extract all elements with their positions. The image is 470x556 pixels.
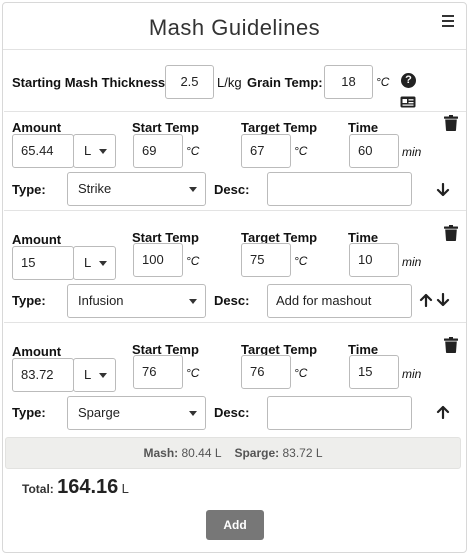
trash-icon[interactable] bbox=[444, 225, 458, 241]
panel-header: Mash Guidelines bbox=[3, 3, 466, 50]
chevron-down-icon bbox=[189, 411, 197, 416]
chevron-down-icon bbox=[99, 373, 107, 378]
desc-input[interactable] bbox=[267, 172, 412, 206]
add-step-button[interactable]: Add bbox=[206, 510, 264, 540]
start-temp-label: Start Temp bbox=[132, 120, 199, 135]
mash-label: Mash: bbox=[143, 446, 179, 460]
divider bbox=[4, 322, 466, 323]
divider bbox=[4, 210, 466, 211]
divider bbox=[4, 111, 466, 112]
total-unit: L bbox=[121, 481, 129, 496]
type-label: Type: bbox=[12, 293, 46, 308]
time-input[interactable]: 60 bbox=[349, 134, 399, 168]
time-unit: min bbox=[402, 255, 422, 269]
type-value: Strike bbox=[78, 181, 112, 196]
target-temp-label: Target Temp bbox=[241, 120, 318, 135]
amount-unit-value: L bbox=[84, 255, 92, 270]
time-unit: min bbox=[402, 367, 422, 381]
desc-input[interactable] bbox=[267, 396, 412, 430]
trash-icon[interactable] bbox=[444, 115, 458, 131]
start-temp-input[interactable]: 69 bbox=[133, 134, 183, 168]
mash-thickness-unit: L/kg bbox=[217, 75, 242, 90]
time-input[interactable]: 15 bbox=[349, 355, 399, 389]
start-temp-unit: °C bbox=[186, 254, 200, 268]
amount-input[interactable]: 83.72 bbox=[12, 358, 74, 392]
amount-label: Amount bbox=[12, 120, 62, 135]
arrow-up-icon[interactable] bbox=[436, 405, 450, 419]
desc-label: Desc: bbox=[214, 293, 250, 308]
time-input[interactable]: 10 bbox=[349, 243, 399, 277]
arrow-down-icon[interactable] bbox=[436, 293, 450, 307]
total-volume: Total: 164.16 L bbox=[22, 476, 129, 499]
type-value: Infusion bbox=[78, 293, 124, 308]
amount-unit-select[interactable]: L bbox=[73, 358, 116, 392]
target-temp-unit: °C bbox=[294, 254, 308, 268]
start-temp-input[interactable]: 100 bbox=[133, 243, 183, 277]
hamburger-icon[interactable] bbox=[442, 15, 454, 27]
target-temp-input[interactable]: 76 bbox=[241, 355, 291, 389]
id-card-icon[interactable] bbox=[400, 96, 416, 108]
amount-label: Amount bbox=[12, 232, 62, 247]
amount-unit-value: L bbox=[84, 367, 92, 382]
total-value: 164.16 bbox=[57, 476, 119, 498]
question-circle-icon[interactable]: ? bbox=[401, 73, 416, 88]
grain-temp-unit: °C bbox=[376, 75, 390, 89]
type-value: Sparge bbox=[78, 405, 120, 420]
grain-temp-input[interactable]: 18 bbox=[324, 65, 373, 99]
grain-temp-label: Grain Temp: bbox=[247, 75, 323, 90]
desc-input[interactable]: Add for mashout bbox=[267, 284, 412, 318]
amount-unit-value: L bbox=[84, 143, 92, 158]
amount-unit-select[interactable]: L bbox=[73, 134, 116, 168]
amount-input[interactable]: 65.44 bbox=[12, 134, 74, 168]
total-label: Total: bbox=[22, 482, 54, 496]
type-select[interactable]: Sparge bbox=[67, 396, 206, 430]
target-temp-unit: °C bbox=[294, 144, 308, 158]
arrow-up-icon[interactable] bbox=[419, 293, 433, 307]
start-temp-input[interactable]: 76 bbox=[133, 355, 183, 389]
time-label: Time bbox=[348, 120, 379, 135]
desc-label: Desc: bbox=[214, 405, 250, 420]
mash-thickness-label: Starting Mash Thickness: bbox=[12, 75, 170, 90]
type-select[interactable]: Strike bbox=[67, 172, 206, 206]
type-label: Type: bbox=[12, 182, 46, 197]
arrow-down-icon[interactable] bbox=[436, 183, 450, 197]
chevron-down-icon bbox=[189, 187, 197, 192]
target-temp-input[interactable]: 75 bbox=[241, 243, 291, 277]
chevron-down-icon bbox=[189, 299, 197, 304]
sparge-label: Sparge: bbox=[234, 446, 280, 460]
start-temp-unit: °C bbox=[186, 366, 200, 380]
trash-icon[interactable] bbox=[444, 337, 458, 353]
page-title: Mash Guidelines bbox=[148, 15, 321, 40]
type-select[interactable]: Infusion bbox=[67, 284, 206, 318]
volume-summary-bar: Mash: 80.44 L Sparge: 83.72 L bbox=[5, 437, 461, 469]
amount-unit-select[interactable]: L bbox=[73, 246, 116, 280]
amount-label: Amount bbox=[12, 344, 62, 359]
chevron-down-icon bbox=[99, 149, 107, 154]
target-temp-input[interactable]: 67 bbox=[241, 134, 291, 168]
type-label: Type: bbox=[12, 405, 46, 420]
mash-thickness-input[interactable]: 2.5 bbox=[165, 65, 214, 99]
time-unit: min bbox=[402, 145, 422, 159]
chevron-down-icon bbox=[99, 261, 107, 266]
start-temp-unit: °C bbox=[186, 144, 200, 158]
amount-input[interactable]: 15 bbox=[12, 246, 74, 280]
sparge-value: 83.72 L bbox=[282, 446, 323, 460]
target-temp-unit: °C bbox=[294, 366, 308, 380]
mash-value: 80.44 L bbox=[181, 446, 222, 460]
desc-label: Desc: bbox=[214, 182, 250, 197]
